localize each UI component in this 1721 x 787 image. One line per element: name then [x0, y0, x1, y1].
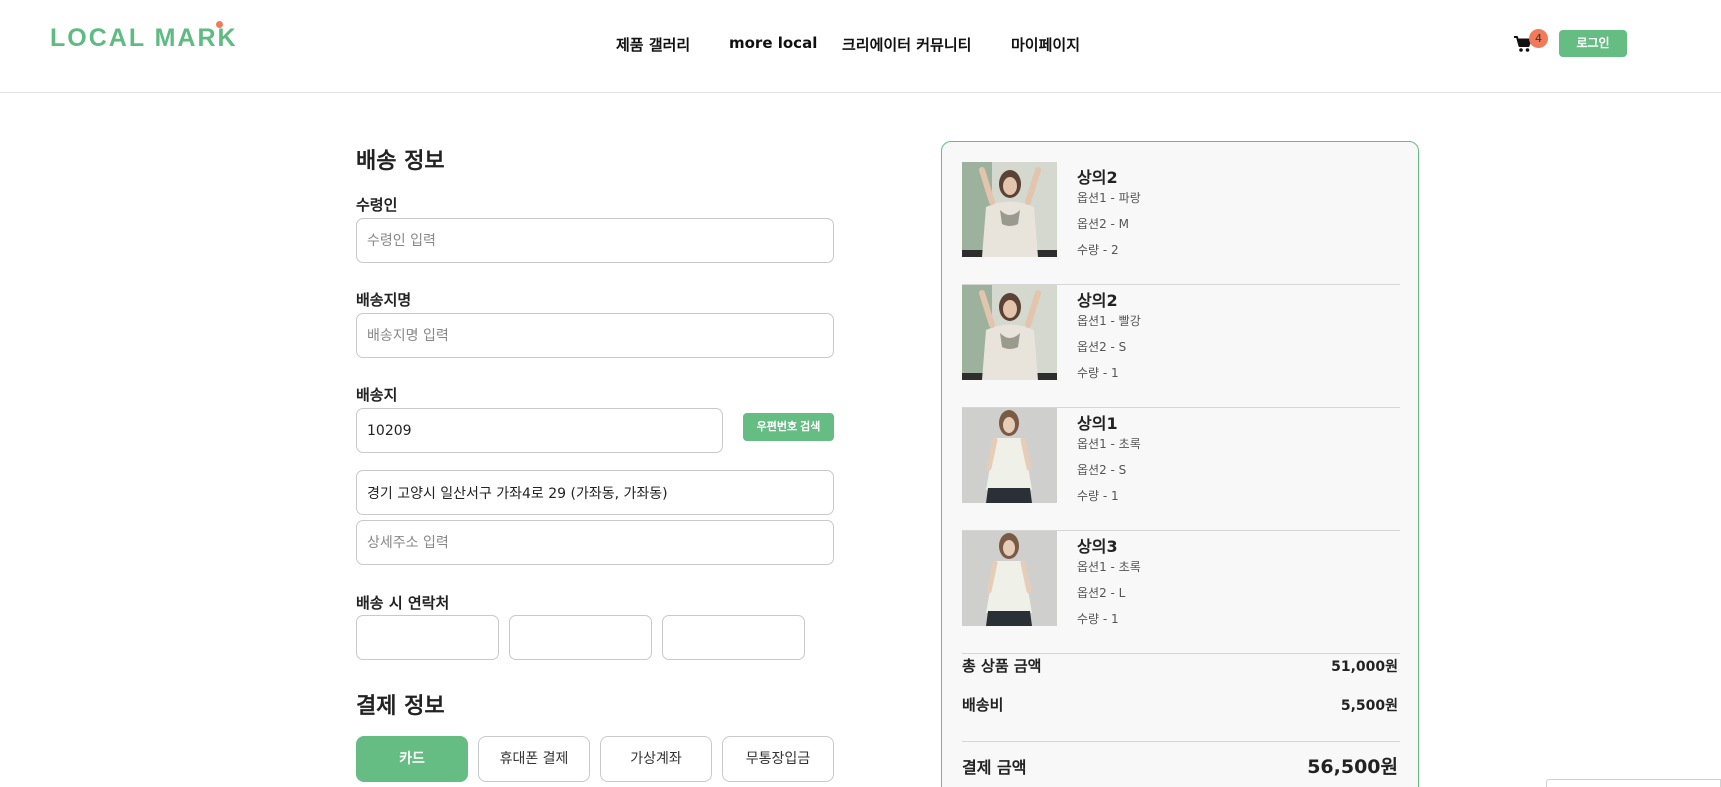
- logo-accent-dot: [216, 21, 223, 28]
- zipcode-input[interactable]: [356, 408, 723, 453]
- nav-more-local[interactable]: more local: [729, 34, 817, 52]
- recipient-input[interactable]: [356, 218, 834, 263]
- product-quantity: 수량 - 1: [1077, 612, 1119, 626]
- product-image: [962, 408, 1057, 503]
- product-image: [962, 531, 1057, 626]
- product-option-1: 옵션1 - 초록: [1077, 560, 1141, 574]
- product-option-1: 옵션1 - 파랑: [1077, 191, 1141, 205]
- product-image: [962, 162, 1057, 257]
- payment-title: 결제 정보: [356, 694, 445, 719]
- contact-label: 배송 시 연락처: [356, 594, 450, 612]
- product-name: 상의1: [1077, 414, 1118, 433]
- site-header: LOCAL MARK 제품 갤러리 more local 크리에이터 커뮤니티 …: [0, 0, 1721, 93]
- product-quantity: 수량 - 1: [1077, 366, 1119, 380]
- phone-part-1-input[interactable]: [356, 615, 499, 660]
- subtotal-label: 총 상품 금액: [962, 657, 1042, 675]
- product-name: 상의2: [1077, 291, 1118, 310]
- total-label: 결제 금액: [962, 758, 1027, 777]
- order-summary-panel: 상의2 옵션1 - 파랑 옵션2 - M 수량 - 2 상의2 옵션1 - 빨강…: [941, 141, 1419, 787]
- order-item: 상의3 옵션1 - 초록 옵션2 - L 수량 - 1: [962, 531, 1400, 654]
- nav-creator-community[interactable]: 크리에이터 커뮤니티: [842, 34, 971, 55]
- product-name: 상의2: [1077, 168, 1118, 187]
- product-option-1: 옵션1 - 초록: [1077, 437, 1141, 451]
- logo[interactable]: LOCAL MARK: [50, 24, 238, 53]
- product-image: [962, 285, 1057, 380]
- subtotal-value: 51,000원: [1331, 659, 1398, 675]
- shipping-title: 배송 정보: [356, 149, 445, 174]
- product-quantity: 수량 - 2: [1077, 243, 1119, 257]
- nav-product-gallery[interactable]: 제품 갤러리: [616, 34, 690, 55]
- payment-bank-transfer-button[interactable]: 무통장입금: [722, 736, 834, 782]
- product-option-2: 옵션2 - S: [1077, 463, 1127, 477]
- place-name-input[interactable]: [356, 313, 834, 358]
- login-button[interactable]: 로그인: [1559, 30, 1627, 57]
- corner-widget: [1546, 779, 1721, 787]
- product-option-2: 옵션2 - S: [1077, 340, 1127, 354]
- zipcode-search-button[interactable]: 우편번호 검색: [743, 413, 834, 441]
- phone-part-2-input[interactable]: [509, 615, 652, 660]
- order-item: 상의1 옵션1 - 초록 옵션2 - S 수량 - 1: [962, 408, 1400, 531]
- cart-count-badge: 4: [1529, 29, 1548, 48]
- nav-mypage[interactable]: 마이페이지: [1011, 34, 1080, 55]
- product-option-2: 옵션2 - M: [1077, 217, 1130, 231]
- recipient-label: 수령인: [356, 196, 398, 214]
- payment-card-button[interactable]: 카드: [356, 736, 468, 782]
- address-label: 배송지: [356, 386, 398, 404]
- shipping-fee-value: 5,500원: [1340, 698, 1398, 714]
- shipping-fee-label: 배송비: [962, 696, 1004, 714]
- payment-virtual-account-button[interactable]: 가상계좌: [600, 736, 712, 782]
- order-item: 상의2 옵션1 - 파랑 옵션2 - M 수량 - 2: [962, 162, 1400, 285]
- phone-part-3-input[interactable]: [662, 615, 805, 660]
- product-name: 상의3: [1077, 537, 1118, 556]
- place-name-label: 배송지명: [356, 291, 412, 309]
- summary-divider: [962, 741, 1400, 742]
- product-option-2: 옵션2 - L: [1077, 586, 1126, 600]
- order-item: 상의2 옵션1 - 빨강 옵션2 - S 수량 - 1: [962, 285, 1400, 408]
- product-option-1: 옵션1 - 빨강: [1077, 314, 1141, 328]
- address-detail-input[interactable]: [356, 520, 834, 565]
- payment-phone-button[interactable]: 휴대폰 결제: [478, 736, 590, 782]
- total-value: 56,500원: [1307, 756, 1398, 778]
- address-input[interactable]: [356, 470, 834, 515]
- product-quantity: 수량 - 1: [1077, 489, 1119, 503]
